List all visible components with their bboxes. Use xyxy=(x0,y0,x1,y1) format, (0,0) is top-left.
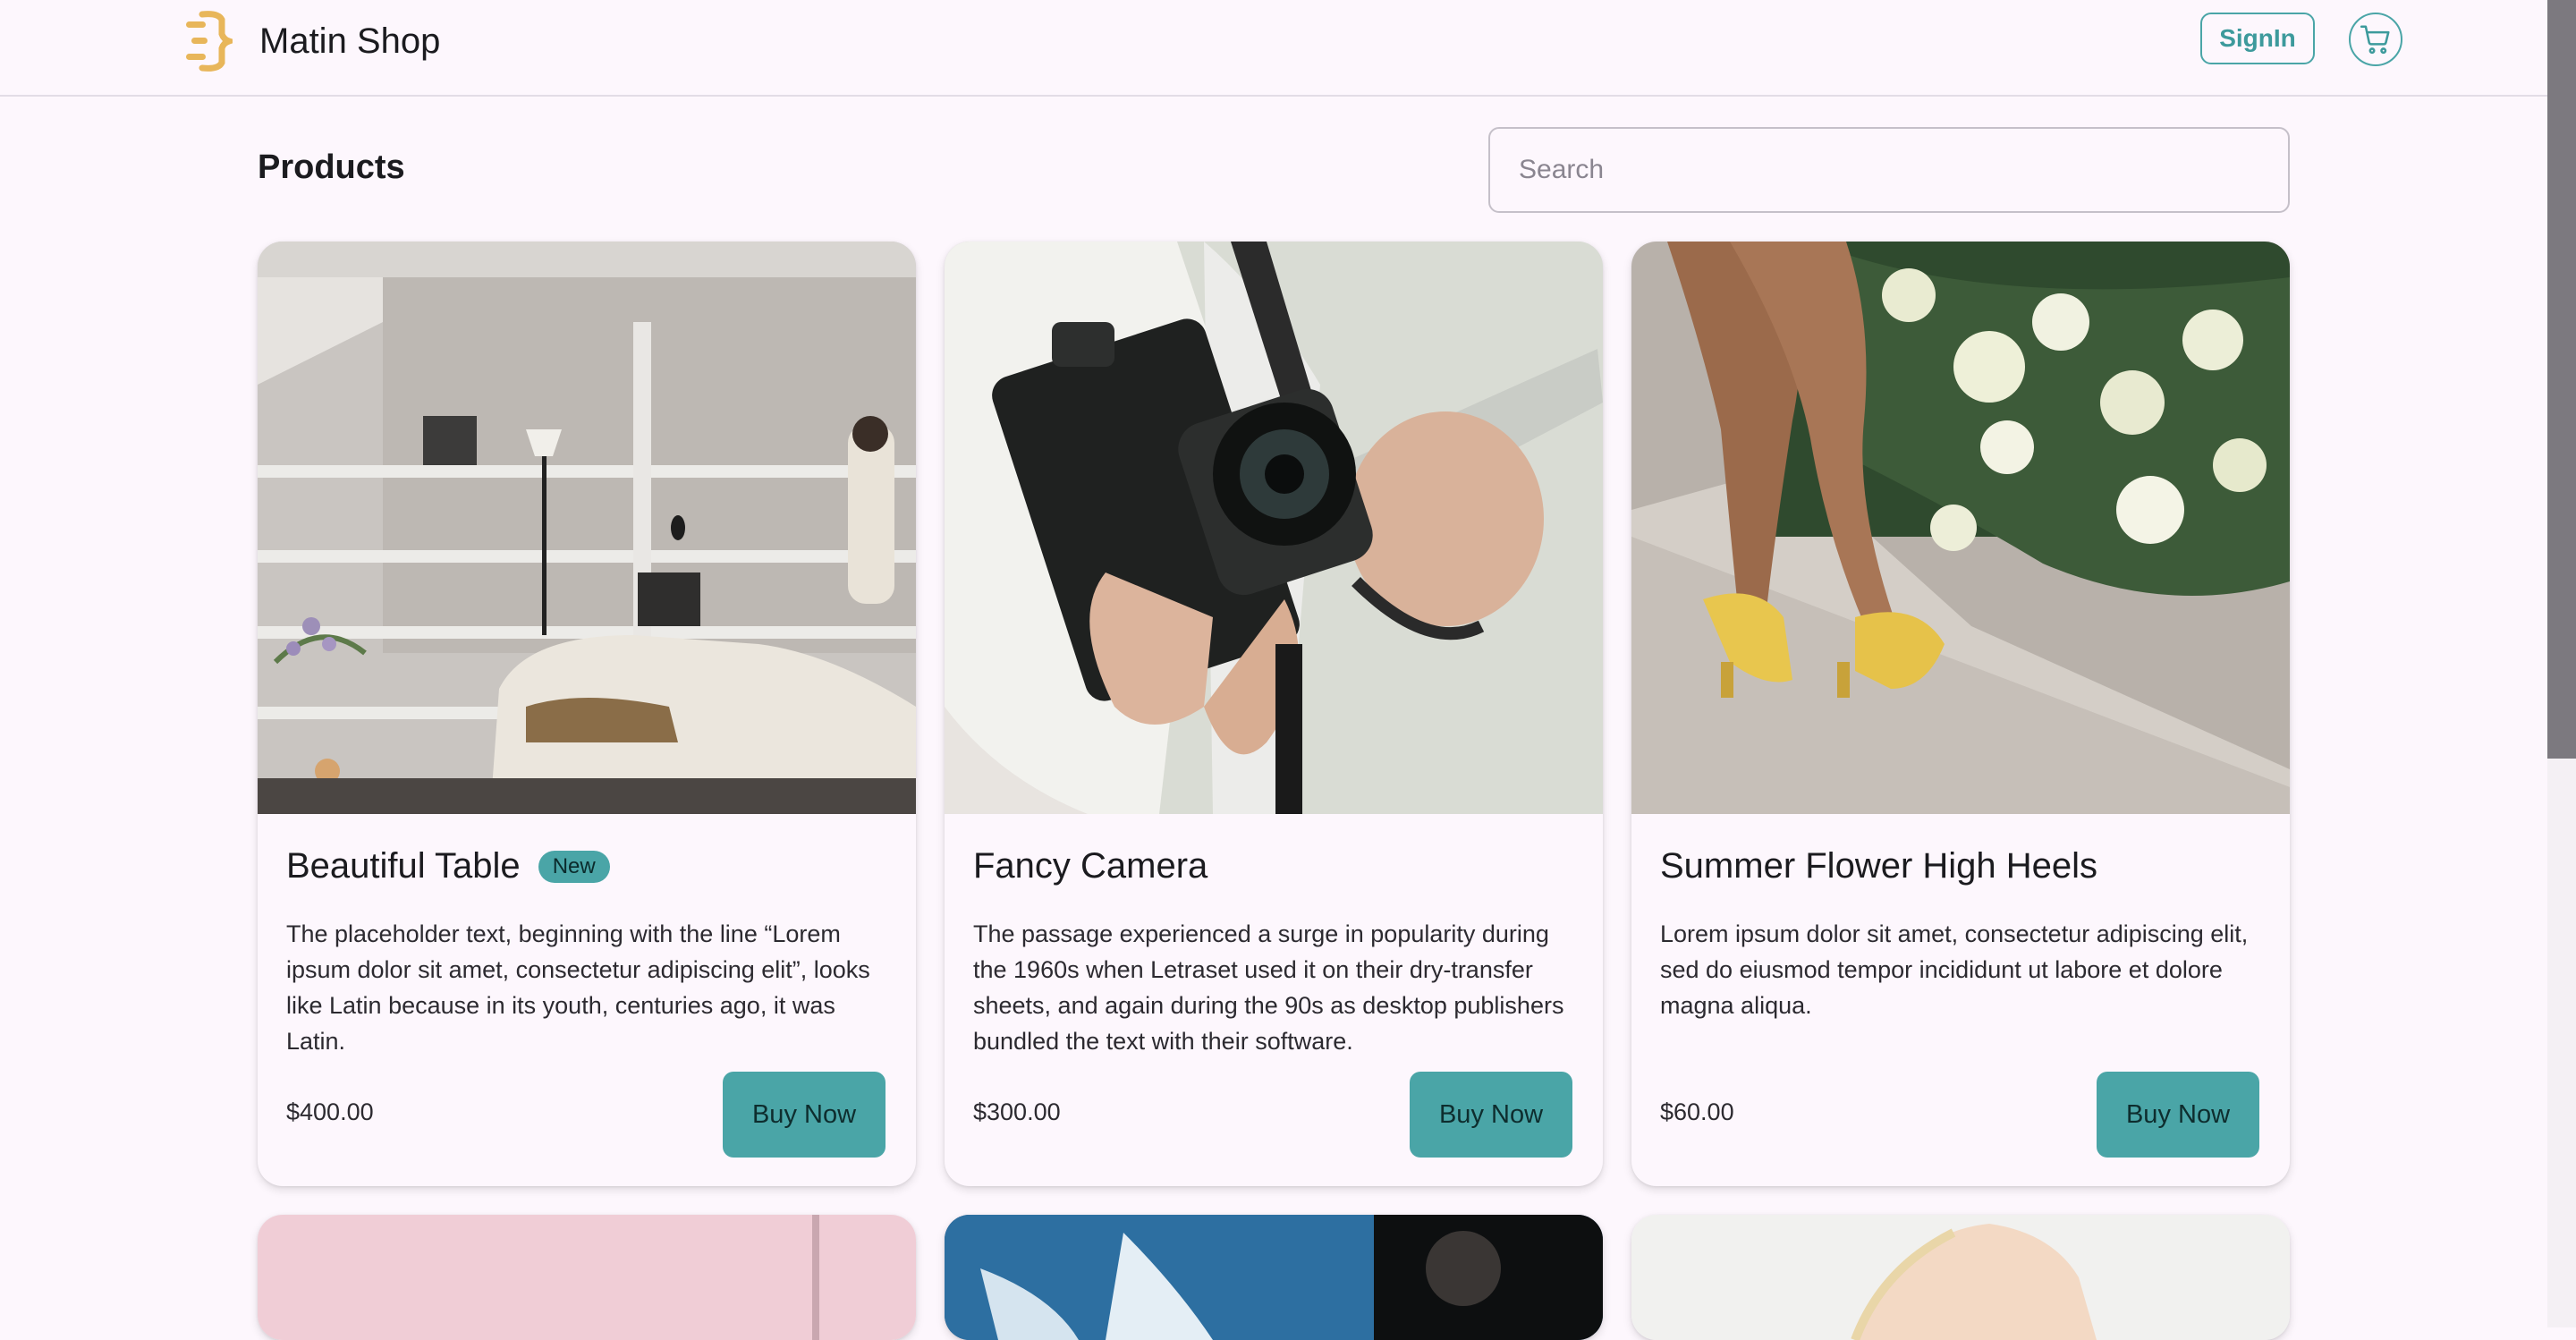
new-badge: New xyxy=(538,850,610,883)
top-app-bar: Matin Shop SignIn xyxy=(0,0,2547,97)
card-title-row: Summer Flower High Heels xyxy=(1660,846,2097,886)
product-description: The placeholder text, beginning with the… xyxy=(286,920,870,1055)
product-description: Lorem ipsum dolor sit amet, consectetur … xyxy=(1660,920,2249,1019)
product-card: Beautiful Table New The placeholder text… xyxy=(258,242,916,1186)
product-image[interactable] xyxy=(258,242,916,814)
product-price: $400.00 xyxy=(286,1098,374,1125)
signin-button[interactable]: SignIn xyxy=(2200,13,2315,64)
cart-button[interactable] xyxy=(2349,13,2402,66)
product-card xyxy=(258,1215,916,1340)
search-input[interactable] xyxy=(1488,127,2290,213)
product-card: Fancy Camera The passage experienced a s… xyxy=(945,242,1603,1186)
cart-icon xyxy=(2360,25,2390,55)
brand-name: Matin Shop xyxy=(259,21,441,61)
buy-now-button[interactable]: Buy Now xyxy=(1410,1072,1572,1158)
brand[interactable]: Matin Shop xyxy=(182,7,440,75)
product-card xyxy=(945,1215,1603,1340)
card-title-row: Fancy Camera xyxy=(973,846,1208,886)
product-image[interactable] xyxy=(945,242,1603,814)
product-price: $60.00 xyxy=(1660,1098,1734,1125)
product-image[interactable] xyxy=(1631,1215,2290,1340)
brand-logo-icon xyxy=(186,11,233,72)
product-card xyxy=(1631,1215,2290,1340)
scrollbar-thumb[interactable] xyxy=(2547,0,2576,759)
product-image[interactable] xyxy=(258,1215,916,1340)
product-title[interactable]: Fancy Camera xyxy=(973,846,1208,886)
product-title[interactable]: Beautiful Table xyxy=(286,846,521,886)
card-title-row: Beautiful Table New xyxy=(286,846,610,886)
product-description: The passage experienced a surge in popul… xyxy=(973,920,1564,1055)
product-price: $300.00 xyxy=(973,1098,1061,1125)
product-image[interactable] xyxy=(945,1215,1603,1340)
buy-now-button[interactable]: Buy Now xyxy=(723,1072,886,1158)
product-image[interactable] xyxy=(1631,242,2290,814)
page-title: Products xyxy=(258,148,405,186)
product-title[interactable]: Summer Flower High Heels xyxy=(1660,846,2097,886)
buy-now-button[interactable]: Buy Now xyxy=(2097,1072,2259,1158)
product-card: Summer Flower High Heels Lorem ipsum dol… xyxy=(1631,242,2290,1186)
